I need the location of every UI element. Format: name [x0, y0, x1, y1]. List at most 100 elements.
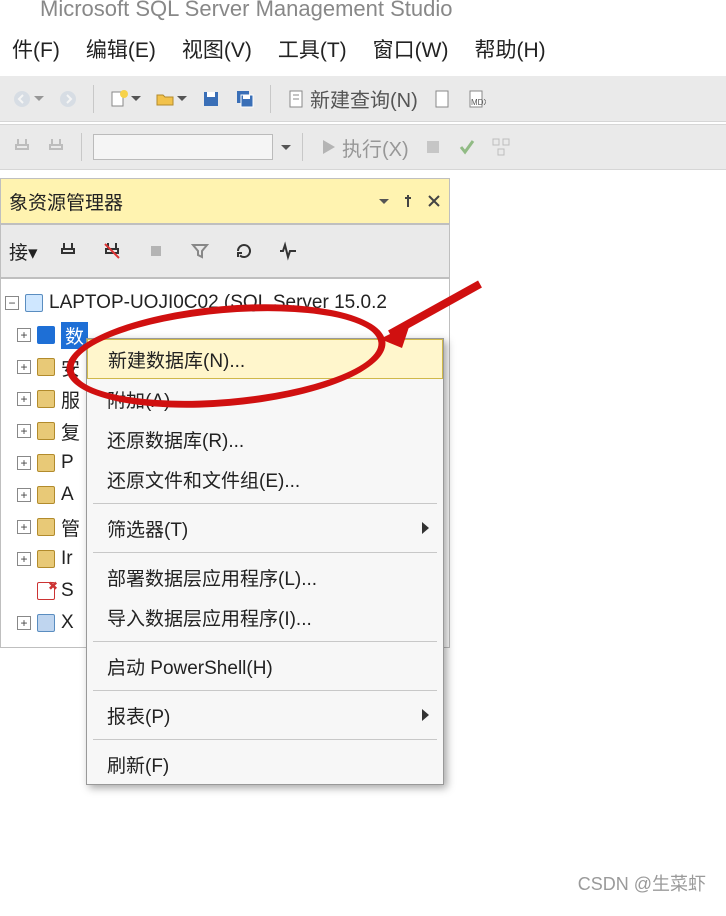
execute-label: 执行(X)	[342, 133, 409, 162]
new-query-button[interactable]: 新建查询(N)	[282, 85, 422, 113]
context-menu-item-label: 导入数据层应用程序(I)...	[107, 604, 312, 631]
tree-node-label: X	[61, 612, 74, 634]
context-menu-item[interactable]: 导入数据层应用程序(I)...	[87, 597, 443, 637]
expand-icon[interactable]: +	[17, 424, 31, 438]
expand-icon[interactable]: +	[17, 360, 31, 374]
close-icon[interactable]	[427, 194, 441, 208]
collapse-icon[interactable]: −	[5, 296, 19, 310]
folder-icon	[37, 486, 55, 504]
title-bar: Microsoft SQL Server Management Studio	[0, 0, 726, 28]
script-button-2[interactable]: MDX	[462, 85, 490, 113]
connect-button[interactable]	[8, 133, 36, 161]
context-menu-item[interactable]: 启动 PowerShell(H)	[87, 646, 443, 686]
stop-button[interactable]	[419, 133, 447, 161]
folder-icon	[37, 518, 55, 536]
save-all-button[interactable]	[231, 85, 259, 113]
menu-separator	[93, 503, 437, 504]
stop-icon[interactable]	[142, 237, 170, 265]
context-menu-item[interactable]: 部署数据层应用程序(L)...	[87, 557, 443, 597]
context-menu-item-label: 附加(A)...	[107, 386, 186, 413]
menu-separator	[93, 690, 437, 691]
nav-back-button[interactable]	[8, 85, 48, 113]
panel-menu-icon[interactable]	[379, 199, 389, 204]
tree-node-label: P	[61, 452, 74, 474]
change-connection-button[interactable]	[42, 133, 70, 161]
open-file-button[interactable]	[151, 85, 191, 113]
menu-view[interactable]: 视图(V)	[172, 28, 262, 70]
tree-node-label: Ir	[61, 548, 73, 570]
new-project-button[interactable]	[105, 85, 145, 113]
menu-separator	[93, 552, 437, 553]
tree-node-label: S	[61, 580, 74, 602]
toolbar-separator	[302, 133, 303, 161]
sql-toolbar: 执行(X)	[0, 124, 726, 170]
activity-icon[interactable]	[274, 237, 302, 265]
pin-icon[interactable]	[401, 194, 415, 208]
menu-separator	[93, 739, 437, 740]
folder-icon	[37, 454, 55, 472]
submenu-arrow-icon	[422, 709, 429, 721]
chevron-down-icon	[281, 145, 291, 150]
tree-node-label: 服	[61, 386, 80, 413]
expand-icon[interactable]: +	[17, 616, 31, 630]
folder-icon	[37, 614, 55, 632]
context-menu-item[interactable]: 新建数据库(N)...	[87, 339, 443, 379]
menu-window[interactable]: 窗口(W)	[363, 28, 459, 70]
context-menu-item-label: 刷新(F)	[107, 751, 169, 778]
expand-icon[interactable]: +	[17, 552, 31, 566]
tree-node-label: 安	[61, 354, 80, 381]
tree-server-node[interactable]: − LAPTOP-UOJI0C02 (SQL Server 15.0.2	[5, 287, 445, 319]
save-button[interactable]	[197, 85, 225, 113]
folder-icon	[37, 358, 55, 376]
chevron-down-icon	[177, 96, 187, 101]
tree-node-label: 管	[61, 514, 80, 541]
chevron-down-icon	[34, 96, 44, 101]
menu-separator	[93, 641, 437, 642]
menu-file[interactable]: 件(F)	[2, 28, 70, 70]
context-menu-item-label: 启动 PowerShell(H)	[107, 653, 273, 680]
execute-button[interactable]: 执行(X)	[314, 133, 413, 161]
watermark: CSDN @生菜虾	[578, 870, 706, 896]
context-menu-item-label: 筛选器(T)	[107, 515, 188, 542]
folder-icon	[37, 550, 55, 568]
object-explorer-header: 象资源管理器	[0, 178, 450, 224]
database-dropdown[interactable]	[93, 134, 273, 160]
context-menu-item[interactable]: 筛选器(T)	[87, 508, 443, 548]
plan-button[interactable]	[487, 133, 515, 161]
expand-icon[interactable]: +	[17, 520, 31, 534]
folder-icon	[37, 390, 55, 408]
expand-icon[interactable]: +	[17, 392, 31, 406]
filter-icon[interactable]	[186, 237, 214, 265]
menu-bar: 件(F) 编辑(E) 视图(V) 工具(T) 窗口(W) 帮助(H)	[0, 28, 726, 70]
connect-icon[interactable]	[54, 237, 82, 265]
context-menu-item-label: 报表(P)	[107, 702, 170, 729]
connect-dropdown[interactable]: 接▾	[9, 238, 38, 265]
expand-icon[interactable]: +	[17, 488, 31, 502]
nav-forward-button[interactable]	[54, 85, 82, 113]
toolbar-separator	[81, 133, 82, 161]
svg-text:MDX: MDX	[471, 98, 486, 107]
menu-help[interactable]: 帮助(H)	[464, 28, 555, 70]
expand-icon[interactable]: +	[17, 456, 31, 470]
disconnect-icon[interactable]	[98, 237, 126, 265]
script-button-1[interactable]	[428, 85, 456, 113]
server-icon	[25, 294, 43, 312]
context-menu-item-label: 还原数据库(R)...	[107, 426, 244, 453]
context-menu-item[interactable]: 还原文件和文件组(E)...	[87, 459, 443, 499]
new-query-label: 新建查询(N)	[310, 84, 418, 113]
menu-edit[interactable]: 编辑(E)	[76, 28, 166, 70]
server-label: LAPTOP-UOJI0C02 (SQL Server 15.0.2	[49, 292, 387, 314]
app-title: Microsoft SQL Server Management Studio	[40, 0, 452, 22]
context-menu-item[interactable]: 还原数据库(R)...	[87, 419, 443, 459]
object-explorer-toolbar: 接▾	[0, 224, 450, 278]
expand-icon[interactable]: +	[17, 328, 31, 342]
tree-node-label: A	[61, 484, 74, 506]
tree-node-label: 数	[61, 322, 88, 349]
context-menu-item[interactable]: 刷新(F)	[87, 744, 443, 784]
toolbar-separator	[93, 85, 94, 113]
refresh-icon[interactable]	[230, 237, 258, 265]
context-menu-item[interactable]: 报表(P)	[87, 695, 443, 735]
menu-tools[interactable]: 工具(T)	[268, 28, 357, 70]
context-menu-item[interactable]: 附加(A)...	[87, 379, 443, 419]
parse-button[interactable]	[453, 133, 481, 161]
